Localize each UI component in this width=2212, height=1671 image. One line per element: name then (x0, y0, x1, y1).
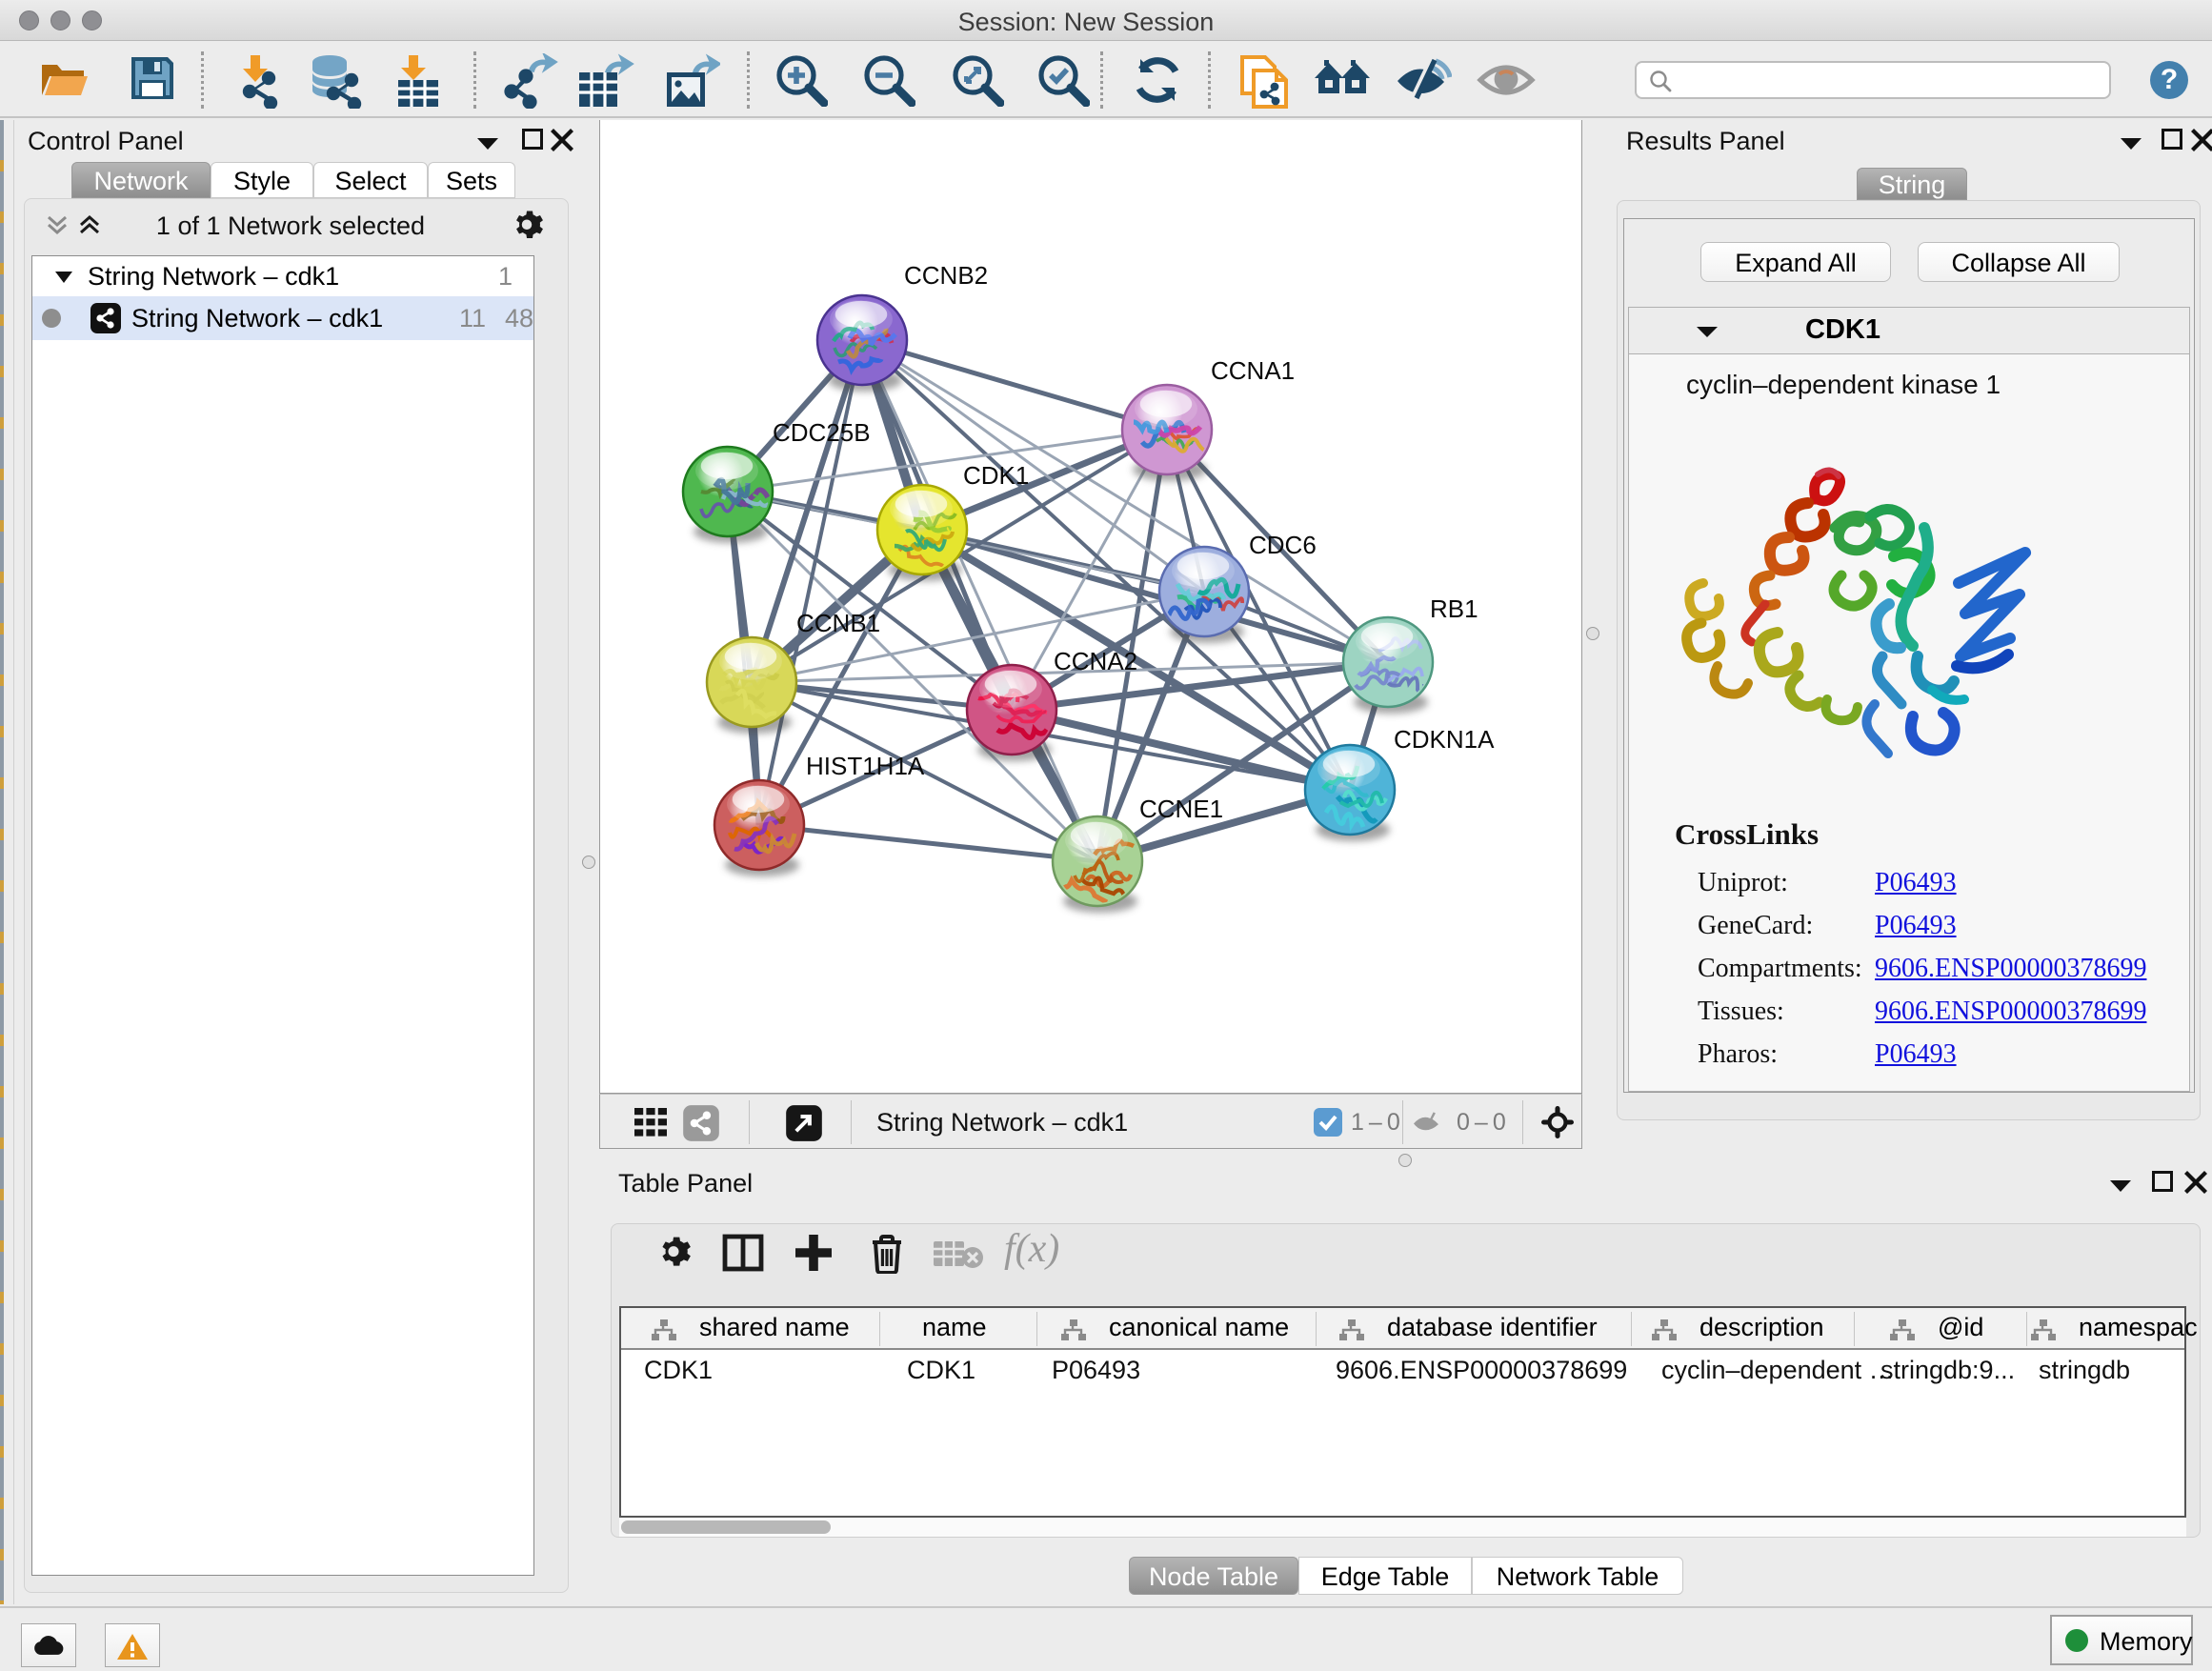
svg-text:CCNA2: CCNA2 (1054, 647, 1137, 675)
svg-text:CCNA1: CCNA1 (1211, 356, 1295, 385)
svg-text:CCNB1: CCNB1 (796, 609, 880, 637)
svg-text:CDC6: CDC6 (1249, 531, 1317, 559)
svg-text:CDKN1A: CDKN1A (1394, 725, 1495, 754)
svg-text:CDK1: CDK1 (963, 461, 1029, 490)
svg-text:RB1: RB1 (1430, 594, 1478, 623)
svg-text:CCNB2: CCNB2 (904, 261, 988, 290)
svg-text:CDC25B: CDC25B (773, 418, 871, 447)
svg-text:HIST1H1A: HIST1H1A (806, 752, 925, 780)
svg-text:CCNE1: CCNE1 (1139, 795, 1223, 823)
